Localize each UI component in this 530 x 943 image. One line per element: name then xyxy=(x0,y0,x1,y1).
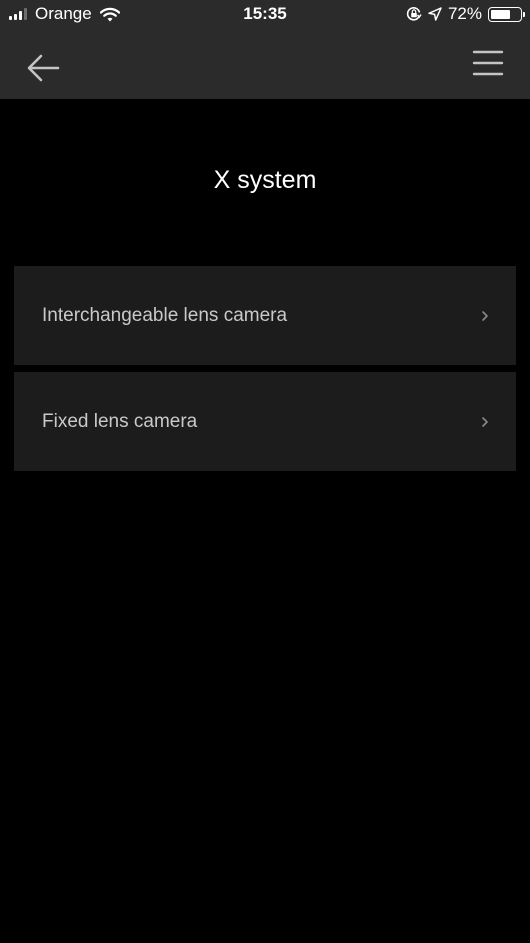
chevron-right-icon xyxy=(482,417,488,427)
battery-percent: 72% xyxy=(447,4,482,23)
location-icon xyxy=(428,7,442,21)
status-bar: Orange 15:35 72% xyxy=(0,0,530,30)
signal-icon xyxy=(9,8,29,20)
menu-item-label: Fixed lens camera xyxy=(42,411,198,432)
menu-button[interactable] xyxy=(468,47,508,83)
menu-item-interchangeable-lens-camera[interactable]: Interchangeable lens camera xyxy=(14,266,516,365)
menu-item-fixed-lens-camera[interactable]: Fixed lens camera xyxy=(14,372,516,471)
back-button[interactable] xyxy=(22,50,66,86)
status-right: 72% xyxy=(400,4,525,24)
page-title: X system xyxy=(213,166,317,194)
status-left: Orange xyxy=(9,4,120,24)
orientation-lock-icon xyxy=(406,7,422,21)
arrow-left-icon xyxy=(27,54,60,82)
top-bar: Orange 15:35 72% xyxy=(0,0,530,99)
hamburger-menu-icon xyxy=(472,50,504,76)
carrier-name: Orange xyxy=(35,4,92,23)
battery-icon xyxy=(488,6,525,22)
menu-item-label: Interchangeable lens camera xyxy=(42,305,288,326)
wifi-icon xyxy=(99,7,120,21)
chevron-right-icon xyxy=(482,311,488,321)
